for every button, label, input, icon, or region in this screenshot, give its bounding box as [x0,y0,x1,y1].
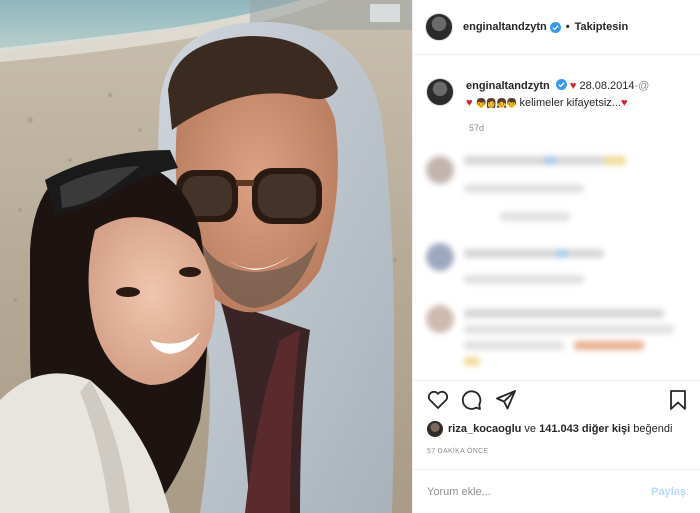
header-separator: • [565,21,570,33]
divider [413,380,700,381]
author-avatar[interactable] [425,13,453,41]
action-bar [413,388,700,418]
caption-body: enginaltandzytn ♥ 28.08.2014-@ ♥ 👦👩👧👦 ke… [466,78,649,112]
heart-emoji-icon: ♥ [620,97,628,109]
author-username[interactable]: enginaltandzytn [463,21,547,33]
post-header: enginaltandzytn • Takiptesin [413,0,700,55]
heart-emoji-icon: ♥ [466,97,473,109]
at-symbol-icon: -@ [634,80,650,92]
caption: enginaltandzytn ♥ 28.08.2014-@ ♥ 👦👩👧👦 ke… [426,78,696,112]
liker-username[interactable]: riza_kocaoglu [448,423,521,435]
heart-icon[interactable] [426,388,450,412]
caption-age: 57d [469,123,485,133]
likes-connector: ve [524,423,537,435]
share-icon[interactable] [494,388,518,412]
verified-badge-icon [549,21,561,33]
likes-summary: riza_kocaoglu ve 141.043 diğer kişi beğe… [427,421,672,437]
caption-date: 28.08.2014 [579,80,635,92]
post-timestamp[interactable]: 57 DAKİKA ÖNCE [427,448,488,455]
caption-avatar[interactable] [426,78,454,106]
bookmark-icon[interactable] [666,388,690,412]
post-comment-button[interactable]: Paylaş [651,486,686,498]
comment-form: Paylaş [413,469,700,513]
comment-icon[interactable] [459,388,483,412]
caption-username[interactable]: enginaltandzytn [466,80,550,92]
follow-status-button[interactable]: Takiptesin [575,21,629,33]
comment-input[interactable] [427,485,652,498]
likes-suffix: beğendi [633,423,673,435]
liker-avatar[interactable] [427,421,443,437]
likes-text: riza_kocaoglu ve 141.043 diğer kişi beğe… [448,423,672,435]
selfie-photo-illustration [0,0,412,513]
verified-badge-icon [555,79,567,90]
post-photo[interactable] [0,0,412,513]
caption-text: kelimeler kifayetsiz... [519,97,621,109]
heart-emoji-icon: ♥ [569,80,577,92]
likes-count[interactable]: 141.043 diğer kişi [539,423,630,435]
family-emoji-icon: 👦👩👧👦 [475,98,518,108]
